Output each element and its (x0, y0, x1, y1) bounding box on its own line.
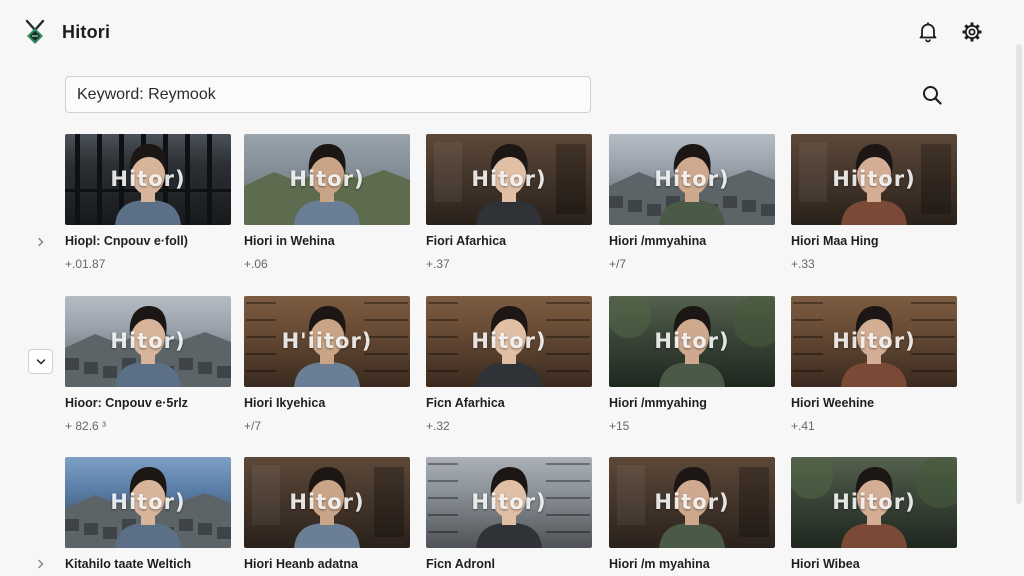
card-title[interactable]: Hiori Maa Hing (791, 234, 957, 248)
watermark-text: Hiitor) (832, 167, 916, 191)
thumbnail-image[interactable]: Hiitor) (791, 457, 957, 548)
media-card[interactable]: Hitor) Hiopl: Cnpouv e·foll) +.01.87 (65, 134, 231, 271)
thumbnail-image[interactable]: Hitor) (609, 296, 775, 387)
thumbnail-image[interactable]: H'iitor) (244, 296, 410, 387)
watermark-text: Hiitor) (832, 490, 916, 514)
card-title[interactable]: Hiori in Wehina (244, 234, 410, 248)
card-title[interactable]: Hiori Ikyehica (244, 396, 410, 410)
chevron-down-icon (36, 358, 45, 365)
watermark-text: Hitor) (654, 490, 730, 514)
card-title[interactable]: Hiori Heanb adatna (244, 557, 410, 571)
thumbnail-image[interactable]: Hitor) (609, 457, 775, 548)
card-title[interactable]: Hiopl: Cnpouv e·foll) (65, 234, 231, 248)
app-logo-icon (24, 19, 46, 47)
thumbnail-image[interactable]: Hitor) (65, 296, 231, 387)
card-title[interactable]: Ficn Adronl (426, 557, 592, 571)
watermark-text: Hitor) (110, 490, 186, 514)
thumbnail-image[interactable]: Hitor) (244, 457, 410, 548)
media-card[interactable]: Hiitor) Hiori Maa Hing +.33 (791, 134, 957, 271)
card-title[interactable]: Hiori /mmyahina (609, 234, 775, 248)
media-card[interactable]: Hitor) Ficn Afarhica +.32 (426, 296, 592, 433)
card-title[interactable]: Hiori /mmyahing (609, 396, 775, 410)
watermark-text: Hitor) (471, 490, 547, 514)
card-title[interactable]: Fiori Afarhica (426, 234, 592, 248)
watermark-text: Hitor) (654, 167, 730, 191)
card-meta: +.37 (426, 257, 450, 271)
search-field[interactable] (65, 76, 591, 113)
row-toggle-button[interactable] (34, 235, 48, 249)
search-icon (923, 86, 942, 105)
notifications-button[interactable] (916, 20, 940, 44)
watermark-text: Hiitor) (832, 329, 916, 353)
app-header: Hitori (0, 0, 1024, 62)
watermark-text: Hitor) (471, 329, 547, 353)
thumbnail-image[interactable]: Hitor) (65, 134, 231, 225)
card-title[interactable]: Hioor: Cnpouv e·5rlz (65, 396, 231, 410)
card-meta: +/7 (609, 257, 627, 271)
card-title[interactable]: Ficn Afarhica (426, 396, 592, 410)
watermark-text: Hitor) (289, 167, 365, 191)
media-card[interactable]: Hitor) Ficn Adronl (426, 457, 592, 571)
search-input[interactable] (66, 77, 590, 112)
row-toggle-button[interactable] (28, 349, 53, 374)
watermark-text: Hitor) (110, 167, 186, 191)
card-meta: + 82.6 ³ (65, 419, 107, 433)
chevron-right-icon (38, 559, 44, 569)
thumbnail-image[interactable]: Hitor) (426, 457, 592, 548)
thumbnail-image[interactable]: Hitor) (609, 134, 775, 225)
thumbnail-image[interactable]: Hitor) (426, 134, 592, 225)
card-meta: +.01.87 (65, 257, 106, 271)
card-meta: +.06 (244, 257, 268, 271)
card-meta: +15 (609, 419, 630, 433)
thumbnail-image[interactable]: Hiitor) (791, 134, 957, 225)
thumbnail-image[interactable]: Hiitor) (791, 296, 957, 387)
scrollbar[interactable] (1016, 44, 1022, 504)
card-meta: +.32 (426, 419, 450, 433)
search-button[interactable] (920, 83, 944, 107)
card-meta: +.41 (791, 419, 815, 433)
app-title: Hitori (62, 22, 111, 42)
bell-icon (919, 22, 937, 43)
media-card[interactable]: Hitor) Hiori /mmyahina +/7 (609, 134, 775, 271)
card-title[interactable]: Hiori Weehine (791, 396, 957, 410)
media-card[interactable]: Hitor) Fiori Afarhica +.37 (426, 134, 592, 271)
card-title[interactable]: Hiori /m myahina (609, 557, 775, 571)
media-card[interactable]: Hitor) Hiori Heanb adatna (244, 457, 410, 571)
thumbnail-image[interactable]: Hitor) (65, 457, 231, 548)
settings-button[interactable] (960, 20, 984, 44)
media-card[interactable]: Hitor) Hioor: Cnpouv e·5rlz + 82.6 ³ (65, 296, 231, 433)
media-card[interactable]: Hiitor) Hiori Weehine +.41 (791, 296, 957, 433)
media-card[interactable]: Hitor) Hiori /mmyahing +15 (609, 296, 775, 433)
media-card[interactable]: Hitor) Hiori in Wehina +.06 (244, 134, 410, 271)
thumbnail-image[interactable]: Hitor) (426, 296, 592, 387)
watermark-text: Hitor) (654, 329, 730, 353)
media-card[interactable]: Hitor) Hiori /m myahina (609, 457, 775, 571)
chevron-right-icon (38, 237, 44, 247)
watermark-text: Hitor) (471, 167, 547, 191)
card-meta: +/7 (244, 419, 262, 433)
card-title[interactable]: Kitahilo taate Weltich (65, 557, 231, 571)
gear-icon (962, 22, 982, 42)
thumbnail-image[interactable]: Hitor) (244, 134, 410, 225)
card-meta: +.33 (791, 257, 815, 271)
media-card[interactable]: H'iitor) Hiori Ikyehica +/7 (244, 296, 410, 433)
media-card[interactable]: Hiitor) Hiori Wibea (791, 457, 957, 571)
watermark-text: Hitor) (110, 329, 186, 353)
media-card[interactable]: Hitor) Kitahilo taate Weltich (65, 457, 231, 571)
card-title[interactable]: Hiori Wibea (791, 557, 957, 571)
watermark-text: H'iitor) (281, 329, 373, 353)
row-toggle-button[interactable] (34, 557, 48, 571)
watermark-text: Hitor) (289, 490, 365, 514)
